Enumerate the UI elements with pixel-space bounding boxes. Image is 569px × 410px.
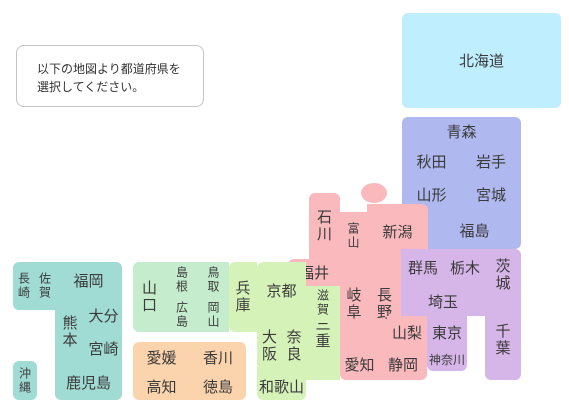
pref-hyogo-label: 兵庫 — [233, 280, 252, 314]
pref-oita-label: 大分 — [88, 307, 119, 325]
pref-oita[interactable]: 大分 — [85, 299, 122, 332]
pref-kagawa-label: 香川 — [202, 348, 233, 367]
pref-niigata-label: 新潟 — [382, 223, 413, 241]
sado-island-shape — [361, 183, 387, 203]
pref-kagoshima[interactable]: 鹿児島 — [55, 365, 122, 400]
pref-akita-label: 秋田 — [416, 152, 447, 171]
pref-kochi-label: 高知 — [146, 377, 177, 396]
pref-aichi[interactable]: 愛知 — [340, 348, 379, 380]
pref-shizuoka[interactable]: 静岡 — [379, 348, 427, 380]
pref-iwate[interactable]: 岩手 — [461, 145, 521, 177]
pref-tochigi[interactable]: 栃木 — [445, 249, 485, 286]
pref-tokushima-label: 徳島 — [202, 377, 233, 396]
pref-gunma[interactable]: 群馬 — [401, 249, 445, 286]
pref-ehime-label: 愛媛 — [146, 348, 177, 367]
pref-okinawa-label: 沖縄 — [17, 366, 32, 395]
pref-nagasaki-label: 長崎 — [16, 272, 31, 300]
pref-kanagawa[interactable]: 神奈川 — [427, 348, 467, 371]
pref-tottori-label: 鳥取 — [206, 265, 220, 294]
pref-aomori[interactable]: 青森 — [402, 117, 521, 145]
pref-hyogo[interactable]: 兵庫 — [229, 262, 257, 332]
pref-nara-label: 奈良 — [284, 328, 303, 363]
pref-tochigi-label: 栃木 — [449, 259, 480, 277]
pref-saga[interactable]: 佐賀 — [35, 262, 55, 310]
pref-yamaguchi-label: 山口 — [140, 280, 158, 314]
pref-kumamoto[interactable]: 熊本 — [55, 299, 85, 365]
pref-ibaraki-label: 茨城 — [493, 257, 512, 292]
pref-fukushima[interactable]: 福島 — [428, 211, 521, 249]
pref-yamanashi-label: 山梨 — [391, 323, 422, 342]
pref-akita[interactable]: 秋田 — [402, 145, 461, 177]
pref-osaka-label: 大阪 — [260, 328, 278, 363]
pref-tottori[interactable]: 鳥取 — [198, 262, 229, 297]
pref-wakayama-label: 和歌山 — [258, 378, 304, 396]
japan-prefecture-map: 北海道 青森 秋田 岩手 山形 宮城 福島 新潟 富山 石川 福井 岐阜 長野 … — [0, 0, 569, 410]
pref-yamagata-label: 山形 — [416, 185, 447, 204]
pref-chiba[interactable]: 千葉 — [485, 300, 521, 380]
pref-miyagi[interactable]: 宮城 — [461, 177, 521, 211]
pref-tokyo[interactable]: 東京 — [427, 316, 467, 348]
pref-chiba-label: 千葉 — [493, 323, 512, 357]
pref-toyama-label: 富山 — [346, 221, 360, 250]
pref-aomori-label: 青森 — [446, 122, 477, 141]
pref-toyama[interactable]: 富山 — [340, 212, 367, 259]
pref-ibaraki[interactable]: 茨城 — [485, 249, 521, 300]
pref-hiroshima[interactable]: 広島 — [166, 297, 198, 332]
pref-aichi-label: 愛知 — [344, 355, 375, 374]
pref-yamaguchi[interactable]: 山口 — [133, 262, 166, 332]
pref-hiroshima-label: 広島 — [174, 300, 189, 329]
pref-miyazaki[interactable]: 宮崎 — [85, 332, 122, 365]
pref-gifu-label: 岐阜 — [344, 286, 363, 321]
pref-osaka[interactable]: 大阪 — [257, 318, 282, 373]
pref-shizuoka-label: 静岡 — [387, 355, 418, 374]
pref-kanagawa-label: 神奈川 — [428, 353, 465, 367]
pref-miyazaki-label: 宮崎 — [88, 340, 119, 358]
pref-yamanashi[interactable]: 山梨 — [387, 316, 427, 348]
pref-okayama-label: 岡山 — [206, 300, 220, 329]
pref-mie-label: 三重 — [313, 316, 332, 350]
pref-ishikawa-label: 石川 — [315, 209, 333, 243]
pref-kagoshima-label: 鹿児島 — [65, 374, 111, 392]
pref-ishikawa[interactable]: 石川 — [309, 193, 340, 259]
pref-iwate-label: 岩手 — [475, 152, 506, 171]
pref-wakayama[interactable]: 和歌山 — [257, 373, 306, 400]
pref-kochi[interactable]: 高知 — [133, 372, 190, 400]
pref-okinawa[interactable]: 沖縄 — [13, 361, 37, 400]
pref-saitama[interactable]: 埼玉 — [401, 286, 485, 316]
pref-kyoto-label: 京都 — [266, 281, 297, 300]
pref-gifu[interactable]: 岐阜 — [340, 259, 368, 348]
pref-shiga-label: 滋賀 — [315, 288, 330, 317]
pref-saitama-label: 埼玉 — [427, 292, 458, 311]
pref-fukuoka[interactable]: 福岡 — [55, 262, 122, 299]
pref-ehime[interactable]: 愛媛 — [133, 342, 190, 372]
pref-hokkaido-label: 北海道 — [458, 52, 504, 70]
pref-saga-label: 佐賀 — [37, 272, 52, 300]
pref-kumamoto-label: 熊本 — [60, 315, 79, 349]
pref-gunma-label: 群馬 — [407, 259, 438, 277]
pref-shimane[interactable]: 島根 — [166, 262, 198, 297]
pref-okayama[interactable]: 岡山 — [198, 297, 229, 332]
pref-tokushima[interactable]: 徳島 — [190, 372, 246, 400]
pref-miyagi-label: 宮城 — [475, 185, 506, 204]
pref-fukushima-label: 福島 — [459, 221, 490, 240]
pref-nara[interactable]: 奈良 — [282, 318, 306, 373]
pref-nagasaki[interactable]: 長崎 — [13, 262, 35, 310]
pref-shimane-label: 島根 — [174, 265, 189, 294]
pref-tokyo-label: 東京 — [431, 323, 462, 342]
pref-shiga[interactable]: 滋賀 — [306, 286, 340, 319]
pref-fukuoka-label: 福岡 — [73, 272, 104, 290]
pref-kagawa[interactable]: 香川 — [190, 342, 246, 372]
pref-hokkaido[interactable]: 北海道 — [402, 13, 561, 108]
pref-kyoto[interactable]: 京都 — [257, 262, 306, 318]
